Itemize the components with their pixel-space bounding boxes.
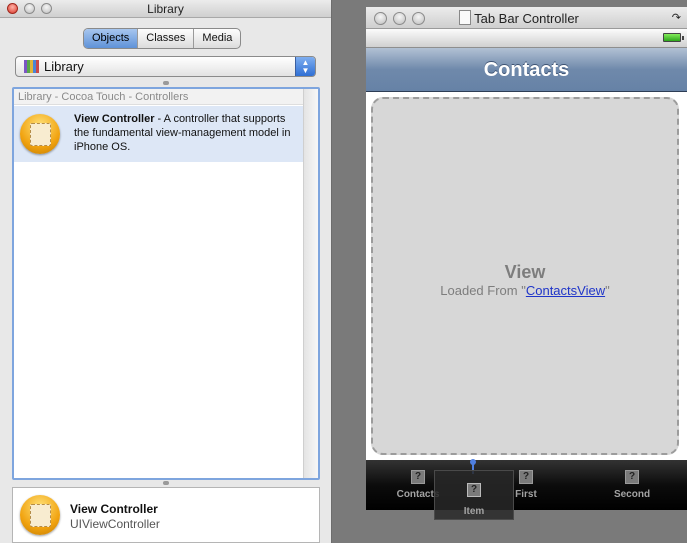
navigation-bar[interactable]: Contacts [366, 48, 687, 92]
library-window-title: Library [147, 2, 184, 16]
object-detail-panel: View Controller UIViewController [12, 487, 320, 543]
view-controller-icon [20, 495, 60, 535]
tab-classes[interactable]: Classes [137, 29, 193, 48]
simulated-status-bar [366, 29, 687, 48]
list-item-description: View Controller - A controller that supp… [74, 112, 296, 154]
tab-media[interactable]: Media [193, 29, 240, 48]
tab-objects[interactable]: Objects [84, 29, 138, 48]
popup-arrows-icon: ▲ ▼ [295, 57, 315, 76]
question-mark-icon: ? [625, 470, 639, 484]
tbc-titlebar[interactable]: Tab Bar Controller ↷ [366, 7, 687, 29]
loaded-from-prefix: Loaded From " [440, 283, 526, 298]
library-titlebar[interactable]: Library [0, 0, 331, 18]
question-mark-icon: ? [467, 483, 481, 497]
vertical-scrollbar[interactable] [303, 89, 318, 478]
list-section-header: Library - Cocoa Touch - Controllers [14, 89, 304, 105]
splitter-handle[interactable] [163, 81, 169, 85]
question-mark-icon: ? [411, 470, 425, 484]
books-icon [24, 60, 39, 73]
library-object-list: Library - Cocoa Touch - Controllers View… [12, 87, 320, 480]
library-popup-button[interactable]: Library ▲ ▼ [15, 56, 316, 77]
loaded-from-label: Loaded From "ContactsView" [373, 283, 677, 298]
view-placeholder[interactable]: View Loaded From "ContactsView" [371, 97, 679, 455]
tab-label: Second [613, 489, 651, 500]
rotate-icon[interactable]: ↷ [672, 11, 681, 24]
splitter-handle-bottom[interactable] [163, 481, 169, 485]
tbc-window-title: Tab Bar Controller [474, 11, 579, 26]
popup-label: Library [44, 59, 84, 74]
library-segmented-control: Objects Classes Media [83, 28, 242, 49]
view-controller-icon [20, 114, 60, 154]
tab-bar: ? Contacts ? First ? Second ? Item [366, 459, 687, 520]
loaded-from-suffix: " [605, 283, 610, 298]
nav-title: Contacts [483, 59, 570, 81]
view-title: View [504, 262, 546, 282]
tab-bar-item-second[interactable]: ? Second [602, 470, 662, 500]
list-item-title: View Controller [74, 113, 155, 125]
detail-object-name: View Controller [70, 502, 158, 516]
question-mark-icon: ? [519, 470, 533, 484]
tab-bar-controller-window: Tab Bar Controller ↷ Contacts View Loade… [366, 7, 687, 520]
list-item-view-controller[interactable]: View Controller - A controller that supp… [14, 106, 304, 162]
dragged-tab-bar-item[interactable]: ? Item [434, 470, 514, 520]
battery-icon [663, 33, 684, 42]
nib-link[interactable]: ContactsView [526, 283, 605, 298]
content-area: View Loaded From "ContactsView" [366, 92, 687, 460]
library-window: Library Objects Classes Media Library ▲ ▼… [0, 0, 332, 543]
detail-object-class: UIViewController [70, 517, 160, 531]
dragged-item-label: Item [463, 506, 485, 517]
